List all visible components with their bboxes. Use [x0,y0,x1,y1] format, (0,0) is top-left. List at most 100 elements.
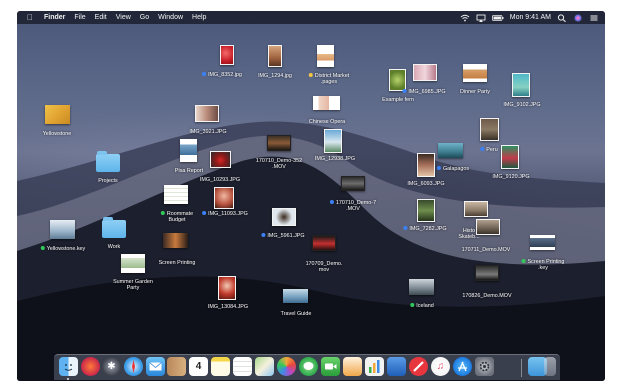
keynote-document-icon [438,143,463,158]
desktop-screen:  Finder File Edit View Go Window Help M… [17,11,605,381]
file-label: Yellowstone.key [40,246,85,252]
keynote-document-icon [45,105,70,124]
file-label: 170826_Demo.MOV [462,293,512,299]
document-icon [180,139,197,162]
maps-icon[interactable] [255,357,274,376]
file-label: IMG_6985.JPG [402,89,446,95]
file-label: District Market .pages [308,73,349,85]
photo-thumbnail [480,118,499,141]
file-label: IMG_11093.JPG [202,211,248,217]
trash-icon[interactable] [544,357,556,376]
file-label: IMG_5961.JPG [261,233,305,239]
video-thumbnail [312,235,336,251]
airplay-icon[interactable] [476,14,486,22]
safari-icon[interactable] [124,357,143,376]
wallpaper-dunes [17,121,605,381]
battery-icon[interactable] [491,14,504,22]
keynote-icon[interactable] [387,357,406,376]
photos-icon[interactable] [277,357,296,376]
calendar-icon[interactable]: 4 [189,357,208,376]
green-tag-icon [160,211,165,215]
apple-menu-icon[interactable]:  [24,11,36,24]
file-label: Yellowstone [42,131,72,137]
photo-thumbnail [218,276,236,300]
finder-icon[interactable] [59,357,78,376]
menu-file[interactable]: File [74,11,85,24]
green-tag-icon [410,303,415,307]
file-label: Roommate Budget [160,211,193,223]
app-store-icon[interactable] [453,357,472,376]
keynote-document-icon [530,235,555,250]
photo-thumbnail [324,129,342,153]
running-indicator [67,378,69,380]
file-label: Projects [98,178,118,184]
file-label: IMG_8352.jpg [202,72,242,78]
green-tag-icon [521,259,526,263]
photo-thumbnail [195,105,219,122]
pages-icon[interactable] [343,357,362,376]
photo-thumbnail [501,145,519,169]
menu-go[interactable]: Go [140,11,149,24]
news-icon[interactable] [409,357,428,376]
pages-document-icon [317,45,334,67]
messages-icon[interactable] [299,357,318,376]
file-label: 170711_Demo.MOV [461,247,511,253]
menu-clock[interactable]: Mon 9:41 AM [510,11,551,24]
dock: ✱ 4 ♫ [54,354,560,380]
photo-thumbnail [389,69,406,91]
file-label: Peru [480,147,498,153]
photo-thumbnail [413,64,437,81]
green-tag-icon [40,246,45,250]
blue-tag-icon [202,72,207,76]
reminders-icon[interactable] [233,357,252,376]
status-area: Mon 9:41 AM [454,11,599,24]
file-label: IMG_9102.JPG [503,102,541,108]
file-label: IMG_1294.jpg [258,73,292,79]
siri-icon[interactable] [573,14,583,22]
mail-icon[interactable] [146,357,165,376]
file-label: IMG_7282.JPG [403,226,447,232]
keynote-document-icon [409,279,434,295]
video-thumbnail [475,265,499,281]
photo-thumbnail [210,151,231,168]
music-icon[interactable]: ♫ [431,357,450,376]
file-label: Histo Skateb... [458,228,480,241]
menu-edit[interactable]: Edit [95,11,107,24]
photo-thumbnail [214,187,234,209]
blue-tag-icon [480,147,485,151]
file-label: IMG_6093.JPG [407,181,445,187]
numbers-document-icon [164,185,188,204]
numbers-icon[interactable] [365,357,384,376]
system-preferences-icon[interactable] [475,357,494,376]
file-label: 170709_Demo. mov [305,261,343,274]
file-label: 170710_Demo-7 .MOV [329,200,376,212]
file-label: IMG_3921.JPG [189,129,227,135]
document-icon [163,233,188,248]
folder-icon [96,151,120,172]
contacts-icon[interactable] [167,357,186,376]
facetime-icon[interactable] [321,357,340,376]
wifi-icon[interactable] [460,14,470,22]
document-icon [283,289,308,303]
file-label: Screen Printing .key [521,259,564,271]
calendar-day: 4 [195,361,202,372]
menu-window[interactable]: Window [158,11,183,24]
launchpad-icon[interactable] [81,357,100,376]
keynote-document-icon [50,220,75,239]
file-label: IMG_12938.JPG [314,156,356,162]
menu-app-finder[interactable]: Finder [44,11,65,24]
file-label: Screen Printing [158,260,196,266]
file-label: IMG_13084.JPG [207,304,249,310]
search-icon[interactable] [557,13,567,22]
notes-icon[interactable] [211,357,230,376]
photo-thumbnail [464,201,488,217]
blue-tag-icon [436,166,441,170]
photo-thumbnail [220,45,234,65]
menu-view[interactable]: View [116,11,131,24]
siri-icon[interactable]: ✱ [102,357,121,376]
menu-help[interactable]: Help [192,11,206,24]
blue-tag-icon [329,200,334,204]
menu-icon[interactable] [589,14,599,22]
file-label: IMG_10293.JPG [199,177,241,183]
blue-tag-icon [261,233,266,237]
